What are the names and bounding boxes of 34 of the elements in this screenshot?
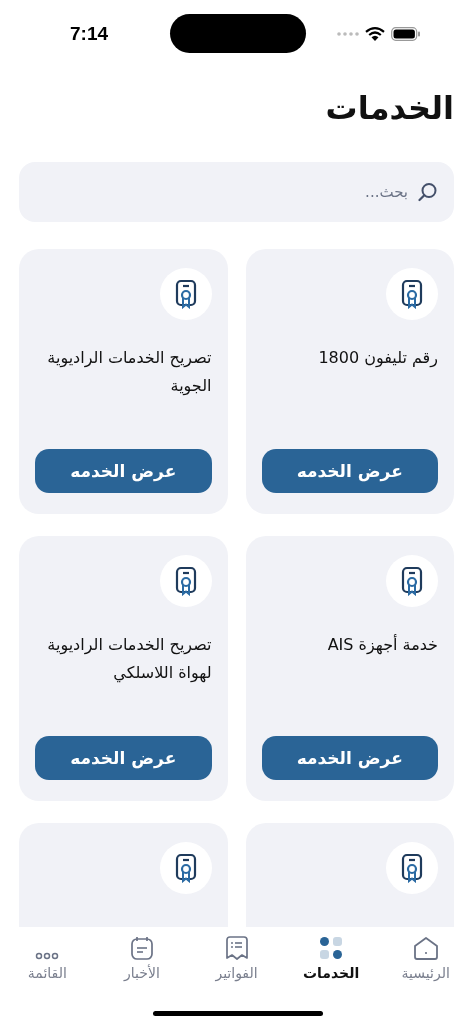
home-icon: [412, 936, 439, 960]
search-field[interactable]: بحث...: [19, 162, 454, 222]
service-title: خدمة أجهزة AIS: [326, 633, 438, 657]
tab-item[interactable]: الخدمات: [283, 933, 379, 981]
service-title: تصريح الخدمات الراديوية لهواة اللاسلكي: [46, 634, 212, 685]
view-service-button[interactable]: عرض الخدمه: [261, 736, 438, 780]
signal-icon: [337, 32, 359, 36]
service-card[interactable]: تصريح الخدمات الراديوية لهواة اللاسلكي عرض الخدمه: [19, 536, 228, 801]
battery-icon: [391, 27, 421, 41]
certificate-icon: [401, 853, 423, 883]
tab-item[interactable]: القائمة: [0, 933, 95, 981]
service-card[interactable]: خدمة أجهزة AIS عرض الخدمه: [245, 536, 454, 801]
service-title: رقم تليفون 1800: [317, 347, 438, 370]
view-service-button[interactable]: عرض الخدمه: [35, 736, 212, 780]
grid-icon: [319, 936, 344, 960]
tab-item[interactable]: الفواتير: [189, 933, 284, 981]
service-card[interactable]: رقم تليفون 1800 عرض الخدمه: [245, 249, 454, 514]
tab-item[interactable]: الأخبار: [94, 933, 190, 981]
page-title: الخدمات: [324, 88, 454, 129]
service-title: تصريح الخدمات الراديوية الجوية: [46, 347, 212, 398]
certificate-icon: [401, 566, 423, 596]
more-icon: [35, 952, 60, 960]
receipt-icon: [225, 936, 248, 960]
tab-item[interactable]: الرئيسية: [378, 933, 473, 981]
view-service-button[interactable]: عرض الخدمه: [261, 449, 438, 493]
view-service-button[interactable]: عرض الخدمه: [35, 449, 212, 493]
certificate-icon: [174, 566, 197, 596]
service-card[interactable]: تصريح الخدمات الراديوية الجوية عرض الخدمه: [19, 249, 228, 514]
wifi-icon: [365, 26, 385, 42]
calendar-icon: [130, 936, 153, 960]
certificate-icon: [174, 853, 197, 883]
certificate-icon: [401, 279, 423, 309]
clock: 7:14: [70, 23, 109, 45]
certificate-icon: [174, 279, 197, 309]
